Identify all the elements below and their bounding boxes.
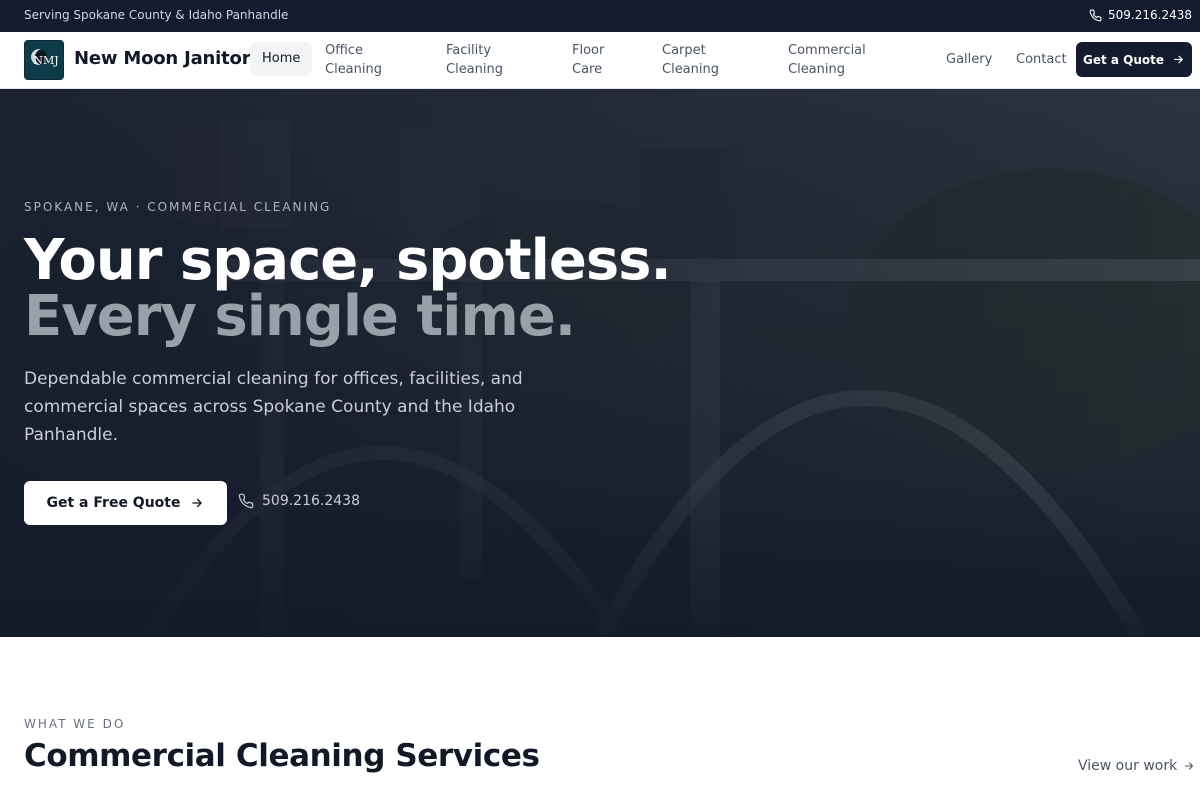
hero-description: Dependable commercial cleaning for offic… bbox=[24, 369, 523, 445]
phone-icon bbox=[1089, 9, 1102, 22]
arrow-right-icon bbox=[1183, 760, 1195, 772]
get-quote-label: Get a Quote bbox=[1082, 52, 1165, 67]
view-our-work-link[interactable]: View our work bbox=[1078, 758, 1195, 774]
nav-item-office-cleaning[interactable]: Office Cleaning bbox=[325, 41, 405, 79]
logo[interactable]: NMJ bbox=[24, 40, 64, 80]
hero-phone-number: 509.216.2438 bbox=[262, 493, 360, 509]
nav-item-floor-care[interactable]: Floor Care bbox=[572, 41, 618, 79]
arrow-right-icon bbox=[1172, 53, 1185, 66]
nav-item-contact[interactable]: Contact bbox=[1016, 50, 1067, 69]
main-navigation: NMJ New Moon Janitorial Home Office Clea… bbox=[0, 32, 1200, 89]
view-our-work-label: View our work bbox=[1078, 758, 1178, 774]
logo-monogram: NMJ bbox=[33, 53, 59, 67]
hero-eyebrow: SPOKANE, WA · COMMERCIAL CLEANING bbox=[24, 200, 332, 214]
services-eyebrow: WHAT WE DO bbox=[24, 717, 126, 731]
hero-section: SPOKANE, WA · COMMERCIAL CLEANING Your s… bbox=[0, 89, 1200, 637]
service-area-text: Serving Spokane County & Idaho Panhandle bbox=[24, 8, 289, 22]
nav-item-gallery[interactable]: Gallery bbox=[946, 50, 992, 69]
nav-item-commercial-cleaning[interactable]: Commercial Cleaning bbox=[788, 41, 884, 79]
brand-name[interactable]: New Moon Janitorial bbox=[74, 48, 274, 69]
phone-icon bbox=[238, 493, 254, 509]
free-quote-button[interactable]: Get a Free Quote bbox=[24, 481, 227, 525]
services-title: Commercial Cleaning Services bbox=[24, 738, 540, 774]
nav-item-facility-cleaning[interactable]: Facility Cleaning bbox=[446, 41, 526, 79]
free-quote-label: Get a Free Quote bbox=[46, 495, 181, 511]
topbar-phone-link[interactable]: 509.216.2438 bbox=[1089, 8, 1192, 22]
nav-item-home[interactable]: Home bbox=[250, 42, 313, 76]
arrow-right-icon bbox=[190, 496, 204, 510]
top-bar: Serving Spokane County & Idaho Panhandle… bbox=[0, 0, 1200, 32]
hero-headline-secondary: Every single time. bbox=[24, 284, 576, 349]
topbar-phone-number: 509.216.2438 bbox=[1108, 8, 1192, 22]
nav-item-carpet-cleaning[interactable]: Carpet Cleaning bbox=[662, 41, 742, 79]
get-quote-button[interactable]: Get a Quote bbox=[1076, 42, 1192, 77]
hero-phone-link[interactable]: 509.216.2438 bbox=[238, 493, 360, 509]
